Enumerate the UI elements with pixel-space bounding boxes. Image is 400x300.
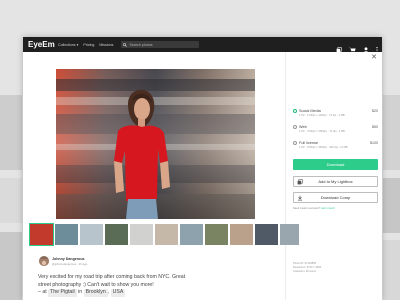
license-details: 1 Pic · 3700px × 2500px · 72 dpi · 4 MB (299, 130, 345, 133)
lightbox-icon (297, 179, 303, 185)
thumbnail[interactable] (230, 224, 253, 245)
nav-collections[interactable]: Collections ▾ (58, 43, 78, 47)
caption-in: in (78, 289, 83, 295)
search-icon (123, 42, 128, 47)
thumbnail[interactable] (105, 224, 128, 245)
country-tag[interactable]: USA (110, 289, 126, 297)
radio-icon[interactable] (293, 125, 297, 129)
search-box[interactable] (121, 41, 200, 48)
photo-image (56, 69, 255, 219)
avatar-image (39, 259, 49, 266)
license-details: 1 Pic · 1700px × 1100px · 72 dpi · 2 MB (299, 114, 345, 117)
main-nav: Collections ▾ Pricing Missions (58, 43, 118, 47)
author-name[interactable]: Johnny Dangerous (52, 257, 87, 261)
thumbnail[interactable] (55, 224, 78, 245)
top-navigation-bar: EyeEm Collections ▾ Pricing Missions (23, 37, 382, 53)
download-icon (297, 195, 303, 201)
caption-prefix: – at (38, 289, 47, 295)
caption-sep: , (107, 289, 110, 295)
author-handle: @johnnydangerous · 2h ago (52, 261, 88, 266)
thumbnail[interactable] (255, 224, 278, 245)
radio-selected-icon[interactable] (293, 109, 297, 113)
thumbnail[interactable] (130, 224, 153, 245)
photo-caption: Very excited for my road trip after comi… (38, 274, 198, 297)
thumbnail[interactable] (280, 224, 299, 245)
thumbnail[interactable] (29, 223, 54, 246)
price-full: $100 (370, 141, 378, 145)
thumbnail[interactable] (155, 224, 178, 245)
price-social: $20 (372, 109, 378, 113)
nav-missions[interactable]: Missions (99, 43, 113, 47)
add-to-lightbox-button[interactable]: Add to My Lightbox (293, 176, 378, 187)
nav-pricing[interactable]: Pricing (83, 43, 94, 47)
photo-lightbox-window: EyeEm Collections ▾ Pricing Missions Sea… (23, 37, 382, 300)
photo-meta: Photo ID: 97429856 Resolution: 5760 × 38… (293, 262, 322, 274)
avatar[interactable] (39, 256, 49, 266)
custom-services-note: Need custom services? Get in touch (293, 207, 335, 210)
author-info: Johnny Dangerous @johnnydangerous · 2h a… (39, 256, 87, 266)
caption-text: Very excited for my road trip after comi… (38, 274, 186, 288)
purchase-panel: Social Media $20 1 Pic · 1700px × 1100px… (285, 52, 382, 300)
eyeem-logo[interactable]: EyeEm (28, 40, 55, 49)
search-input[interactable] (129, 41, 198, 48)
thumbnail[interactable] (180, 224, 203, 245)
thumbnail[interactable] (205, 224, 228, 245)
price-web: $50 (372, 125, 378, 129)
radio-icon[interactable] (293, 141, 297, 145)
city-tag[interactable]: Brooklyn (83, 289, 108, 297)
related-photos-strip (29, 223, 299, 246)
download-comp-button[interactable]: Download Comp (293, 192, 378, 203)
thumbnail[interactable] (80, 224, 103, 245)
main-photo[interactable] (56, 69, 255, 219)
download-button[interactable]: Download (293, 159, 378, 170)
get-in-touch-link[interactable]: Get in touch (321, 207, 335, 210)
place-tag[interactable]: The Pigtail (48, 289, 77, 297)
license-option-social[interactable]: Social Media $20 1 Pic · 1700px × 1100px… (293, 109, 378, 117)
license-option-web[interactable]: Web $50 1 Pic · 3700px × 2500px · 72 dpi… (293, 125, 378, 133)
license-option-full[interactable]: Full license $100 1 Pic · 5760px × 3840p… (293, 141, 378, 149)
license-details: 1 Pic · 5760px × 3840px · 300 dpi · 11 M… (299, 146, 348, 149)
